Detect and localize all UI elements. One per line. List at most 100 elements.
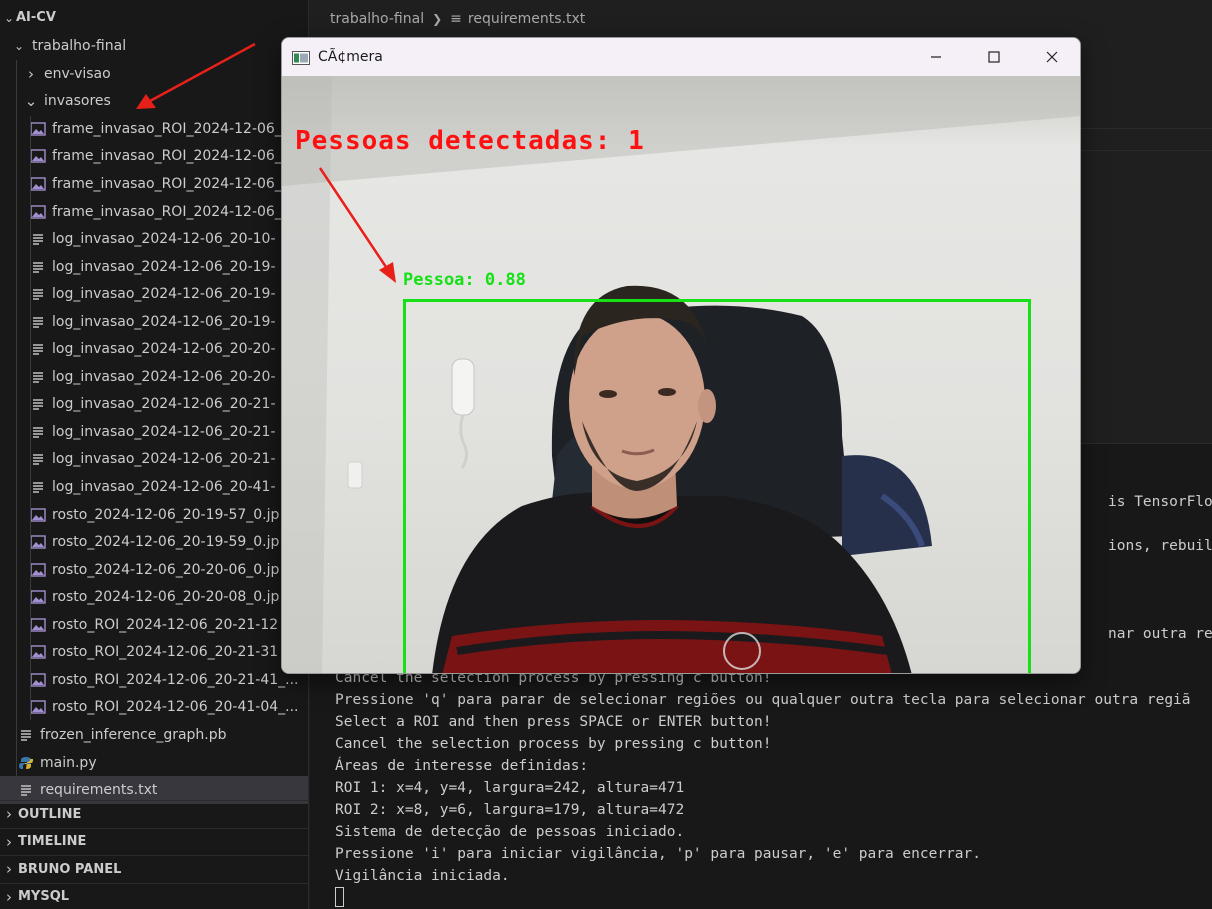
chevron-right-icon: › <box>6 860 12 879</box>
maximize-button[interactable] <box>965 38 1023 76</box>
tree-item[interactable]: frozen_inference_graph.pb <box>0 721 308 749</box>
image-file-icon <box>30 562 46 578</box>
editor-pane <box>1080 38 1212 443</box>
tree-item-label: frame_invasao_ROI_2024-12-06_ <box>52 203 282 220</box>
camera-feed: Pessoas detectadas: 1 Pessoa: 0.88 <box>282 76 1080 673</box>
tree-item[interactable]: log_invasao_2024-12-06_20-20- <box>0 336 308 364</box>
image-file-icon <box>30 699 46 715</box>
chevron-right-icon: › <box>28 64 34 83</box>
tree-item[interactable]: frame_invasao_ROI_2024-12-06_ <box>0 198 308 226</box>
chevron-down-icon: ⌄ <box>24 92 38 111</box>
tree-item[interactable]: log_invasao_2024-12-06_20-19- <box>0 253 308 281</box>
minimize-button[interactable] <box>907 38 965 76</box>
maximize-icon <box>988 48 1000 67</box>
image-file-icon <box>30 121 46 137</box>
tree-item[interactable]: log_invasao_2024-12-06_20-19- <box>0 308 308 336</box>
people-count-overlay: Pessoas detectadas: 1 <box>295 126 645 156</box>
image-file-icon <box>30 534 46 550</box>
tree-item[interactable]: log_invasao_2024-12-06_20-41- <box>0 473 308 501</box>
terminal-partial-line: is TensorFlow b <box>1108 494 1212 510</box>
sidebar-section[interactable]: › TIMELINE <box>0 827 308 856</box>
breadcrumb-folder[interactable]: trabalho-final <box>330 11 424 27</box>
tree-item-label: requirements.txt <box>40 782 158 799</box>
tree-item-label: env-visao <box>44 65 111 82</box>
terminal-line: Select a ROI and then press SPACE or ENT… <box>335 714 772 730</box>
tree-item[interactable]: frame_invasao_ROI_2024-12-06_ <box>0 170 308 198</box>
image-file-icon <box>30 644 46 660</box>
sidebar-section[interactable]: › OUTLINE <box>0 800 308 828</box>
image-file-icon <box>30 176 46 192</box>
tree-item-label: main.py <box>40 754 97 771</box>
tree-item[interactable]: rosto_2024-12-06_20-20-06_0.jp <box>0 556 308 584</box>
text-file-icon <box>30 479 46 495</box>
camera-titlebar[interactable]: CÃ¢mera <box>282 38 1080 76</box>
tree-item-label: log_invasao_2024-12-06_20-21- <box>52 396 276 413</box>
text-file-icon <box>30 424 46 440</box>
terminal-line: Pressione 'i' para iniciar vigilância, '… <box>335 846 982 862</box>
tree-item[interactable]: log_invasao_2024-12-06_20-19- <box>0 280 308 308</box>
tree-item-label: frozen_inference_graph.pb <box>40 726 227 743</box>
tree-item[interactable]: log_invasao_2024-12-06_20-21- <box>0 391 308 419</box>
tree-item[interactable]: log_invasao_2024-12-06_20-10- <box>0 225 308 253</box>
tree-item-label: frame_invasao_ROI_2024-12-06_ <box>52 120 282 137</box>
tree-item[interactable]: log_invasao_2024-12-06_20-21- <box>0 446 308 474</box>
explorer-sidebar: ⌄ AI-CV ⌄ trabalho-final › env-visao ⌄ inva… <box>0 0 309 909</box>
close-button[interactable] <box>1023 38 1080 76</box>
tree-item[interactable]: frame_invasao_ROI_2024-12-06_ <box>0 143 308 171</box>
breadcrumb: trabalho-final ❯ ≡ requirements.txt <box>310 0 1212 38</box>
tree-item[interactable]: rosto_ROI_2024-12-06_20-41-04_... <box>0 694 308 722</box>
tree-item[interactable]: › env-visao <box>0 60 308 88</box>
tree-item-label: rosto_ROI_2024-12-06_20-21-41_... <box>52 671 299 688</box>
sidebar-section[interactable]: › MYSQL <box>0 882 308 909</box>
tree-item[interactable]: log_invasao_2024-12-06_20-20- <box>0 363 308 391</box>
close-icon <box>1046 48 1058 67</box>
terminal-line: Cancel the selection process by pressing… <box>335 736 772 752</box>
tree-item[interactable]: rosto_ROI_2024-12-06_20-21-41_... <box>0 666 308 694</box>
folder-label: trabalho-final <box>32 37 127 54</box>
tree-item-label: frame_invasao_ROI_2024-12-06_ <box>52 148 282 165</box>
breadcrumb-file[interactable]: requirements.txt <box>468 11 585 27</box>
tree-item-label: log_invasao_2024-12-06_20-20- <box>52 341 276 358</box>
root-folder-label: AI-CV <box>16 10 56 26</box>
tree-item-trabalho-final[interactable]: ⌄ trabalho-final <box>0 32 308 60</box>
tree-item-label: log_invasao_2024-12-06_20-10- <box>52 231 276 248</box>
terminal-partial-line: ions, rebuild T <box>1108 538 1212 554</box>
text-file-icon <box>18 727 34 743</box>
image-file-icon <box>30 148 46 164</box>
text-file-icon <box>30 369 46 385</box>
indent-guide <box>16 60 17 776</box>
detection-label: Pessoa: 0.88 <box>403 270 526 290</box>
tree-item[interactable]: rosto_ROI_2024-12-06_20-21-31 <box>0 639 308 667</box>
tree-item-label: log_invasao_2024-12-06_20-19- <box>52 258 276 275</box>
tree-item[interactable]: rosto_2024-12-06_20-19-59_0.jp <box>0 528 308 556</box>
tree-item[interactable]: log_invasao_2024-12-06_20-21- <box>0 418 308 446</box>
image-file-icon <box>30 589 46 605</box>
tree-item[interactable]: frame_invasao_ROI_2024-12-06_ <box>0 115 308 143</box>
sidebar-section[interactable]: › BRUNO PANEL <box>0 855 308 883</box>
tree-item[interactable]: main.py <box>0 749 308 777</box>
tree-item[interactable]: rosto_ROI_2024-12-06_20-21-12 <box>0 611 308 639</box>
text-file-icon: ≡ <box>450 11 462 27</box>
section-label: MYSQL <box>18 889 70 905</box>
tree-item[interactable]: rosto_2024-12-06_20-19-57_0.jp <box>0 501 308 529</box>
tree-item-label: log_invasao_2024-12-06_20-20- <box>52 368 276 385</box>
tree-item-label: log_invasao_2024-12-06_20-41- <box>52 479 276 495</box>
pane-divider <box>1080 150 1212 151</box>
pane-divider <box>1080 128 1212 129</box>
terminal-line: Pressione 'q' para parar de selecionar r… <box>335 692 1191 708</box>
tree-item-label: rosto_2024-12-06_20-20-08_0.jp <box>52 589 280 606</box>
tree-item[interactable]: ⌄ invasores <box>0 88 308 116</box>
chevron-right-icon: ❯ <box>432 12 443 26</box>
indent-guide <box>30 116 31 720</box>
tree-item-label: rosto_ROI_2024-12-06_20-41-04_... <box>52 699 299 716</box>
tree-item-label: log_invasao_2024-12-06_20-19- <box>52 286 276 303</box>
detection-box <box>403 299 1031 673</box>
section-label: TIMELINE <box>18 834 87 850</box>
explorer-root-folder[interactable]: ⌄ AI-CV <box>0 4 308 32</box>
camera-window[interactable]: CÃ¢mera Pessoas detectadas: 1 Pessoa: 0.… <box>281 37 1081 674</box>
chevron-right-icon: › <box>6 805 12 824</box>
chevron-right-icon: › <box>6 887 12 906</box>
text-file-icon <box>30 286 46 302</box>
tree-item[interactable]: rosto_2024-12-06_20-20-08_0.jp <box>0 583 308 611</box>
window-app-icon <box>292 50 310 65</box>
